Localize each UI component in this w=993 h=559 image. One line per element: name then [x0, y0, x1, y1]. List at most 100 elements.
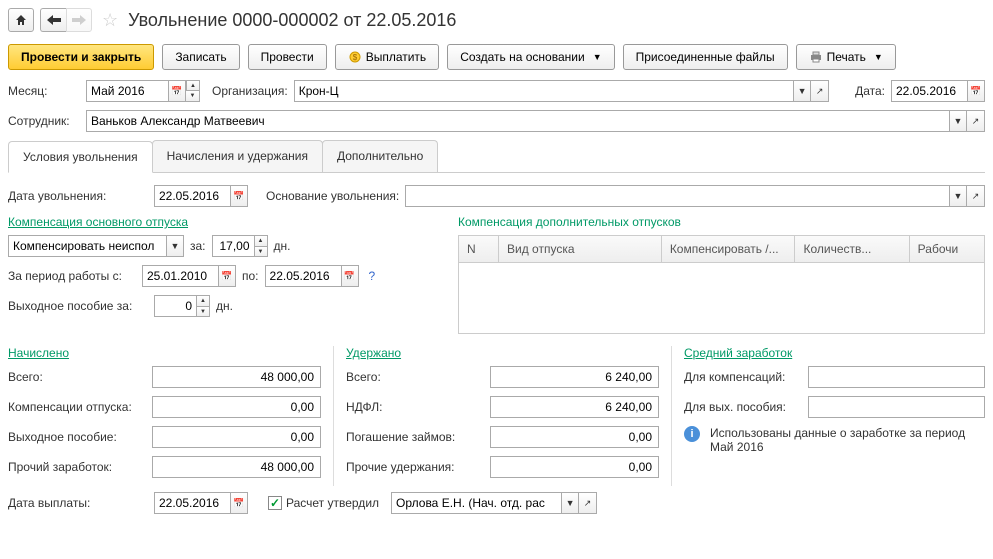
avg-info-text: Использованы данные о заработке за перио… [710, 426, 985, 454]
org-dropdown-icon[interactable]: ▼ [793, 80, 811, 102]
period-from-picker-icon[interactable]: 📅 [218, 265, 236, 287]
accrued-sev-value[interactable] [152, 426, 321, 448]
date-picker-icon[interactable]: 📅 [967, 80, 985, 102]
extra-vacation-table[interactable]: N Вид отпуска Компенсировать /... Количе… [458, 235, 985, 334]
severance-label: Выходное пособие за: [8, 299, 148, 313]
month-field[interactable]: 📅 ▲ ▼ [86, 80, 200, 102]
page-title: Увольнение 0000-000002 от 22.05.2016 [128, 10, 456, 31]
post-button[interactable]: Провести [248, 44, 327, 70]
month-picker-icon[interactable]: 📅 [168, 80, 186, 102]
avg-comp-label: Для компенсаций: [684, 370, 804, 384]
approver-open-icon[interactable]: ↗ [579, 492, 597, 514]
comp-days-field[interactable]: ▲▼ [212, 235, 268, 257]
withheld-ndfl-label: НДФЛ: [346, 400, 486, 414]
reason-open-icon[interactable]: ↗ [967, 185, 985, 207]
accrued-total-label: Всего: [8, 370, 148, 384]
favorite-star-icon[interactable]: ☆ [102, 10, 118, 31]
comp-extra-title: Компенсация дополнительных отпусков [458, 215, 985, 229]
paydate-field[interactable]: 📅 [154, 492, 248, 514]
dismissal-date-picker-icon[interactable]: 📅 [230, 185, 248, 207]
month-label: Месяц: [8, 84, 80, 98]
days-down[interactable]: ▼ [254, 246, 268, 257]
period-to-field[interactable]: 📅 [265, 265, 359, 287]
col-type: Вид отпуска [499, 236, 662, 262]
accrued-total-value[interactable] [152, 366, 321, 388]
withheld-title[interactable]: Удержано [346, 346, 659, 360]
month-up[interactable]: ▲ [186, 80, 200, 91]
accrued-title[interactable]: Начислено [8, 346, 321, 360]
po-label: по: [242, 269, 259, 283]
accrued-sev-label: Выходное пособие: [8, 430, 148, 444]
avg-title[interactable]: Средний заработок [684, 346, 985, 360]
col-qty: Количеств... [795, 236, 909, 262]
col-work: Рабочи [910, 236, 984, 262]
tab-conditions[interactable]: Условия увольнения [8, 141, 153, 173]
paydate-picker-icon[interactable]: 📅 [230, 492, 248, 514]
post-and-close-button[interactable]: Провести и закрыть [8, 44, 154, 70]
printer-icon [809, 50, 823, 64]
info-icon: i [684, 426, 700, 442]
sev-up[interactable]: ▲ [196, 295, 210, 306]
print-button[interactable]: Печать▼ [796, 44, 896, 70]
employee-dropdown-icon[interactable]: ▼ [949, 110, 967, 132]
withheld-total-label: Всего: [346, 370, 486, 384]
home-button[interactable] [8, 8, 34, 32]
za-label: за: [190, 239, 206, 253]
days-up[interactable]: ▲ [254, 235, 268, 246]
forward-button[interactable] [66, 8, 92, 32]
period-from-field[interactable]: 📅 [142, 265, 236, 287]
accrued-other-value[interactable] [152, 456, 321, 478]
comp-mode-dropdown-icon[interactable]: ▼ [166, 235, 184, 257]
employee-label: Сотрудник: [8, 114, 80, 128]
dn-label: дн. [274, 239, 291, 253]
withheld-total-value[interactable] [490, 366, 659, 388]
employee-open-icon[interactable]: ↗ [967, 110, 985, 132]
back-button[interactable] [40, 8, 66, 32]
avg-sev-value[interactable] [808, 396, 985, 418]
attached-files-button[interactable]: Присоединенные файлы [623, 44, 788, 70]
pay-button[interactable]: $ Выплатить [335, 44, 440, 70]
period-label: За период работы с: [8, 269, 136, 283]
dismissal-date-field[interactable]: 📅 [154, 185, 248, 207]
comp-mode-field[interactable]: ▼ [8, 235, 184, 257]
tab-accruals[interactable]: Начисления и удержания [152, 140, 323, 172]
money-icon: $ [348, 50, 362, 64]
sev-down[interactable]: ▼ [196, 306, 210, 317]
avg-sev-label: Для вых. пособия: [684, 400, 804, 414]
col-n: N [459, 236, 499, 262]
org-field[interactable]: ▼ ↗ [294, 80, 829, 102]
withheld-loan-value[interactable] [490, 426, 659, 448]
comp-main-title[interactable]: Компенсация основного отпуска [8, 215, 438, 229]
approver-dropdown-icon[interactable]: ▼ [561, 492, 579, 514]
approver-field[interactable]: ▼ ↗ [391, 492, 597, 514]
avg-comp-value[interactable] [808, 366, 985, 388]
paydate-label: Дата выплаты: [8, 496, 148, 510]
org-label: Организация: [212, 84, 288, 98]
withheld-ndfl-value[interactable] [490, 396, 659, 418]
month-down[interactable]: ▼ [186, 91, 200, 102]
svg-text:$: $ [352, 53, 357, 62]
withheld-loan-label: Погашение займов: [346, 430, 486, 444]
tab-additional[interactable]: Дополнительно [322, 140, 438, 172]
dismissal-reason-label: Основание увольнения: [266, 189, 399, 203]
employee-field[interactable]: ▼ ↗ [86, 110, 985, 132]
accrued-comp-label: Компенсации отпуска: [8, 400, 148, 414]
accrued-comp-value[interactable] [152, 396, 321, 418]
approved-label: Расчет утвердил [286, 496, 379, 510]
accrued-other-label: Прочий заработок: [8, 460, 148, 474]
withheld-other-value[interactable] [490, 456, 659, 478]
date-field[interactable]: 📅 [891, 80, 985, 102]
dismissal-date-label: Дата увольнения: [8, 189, 148, 203]
create-based-on-button[interactable]: Создать на основании▼ [447, 44, 614, 70]
org-open-icon[interactable]: ↗ [811, 80, 829, 102]
period-help-icon[interactable]: ? [369, 269, 376, 283]
col-comp: Компенсировать /... [662, 236, 796, 262]
period-to-picker-icon[interactable]: 📅 [341, 265, 359, 287]
save-button[interactable]: Записать [162, 44, 239, 70]
severance-days-field[interactable]: ▲▼ [154, 295, 210, 317]
reason-dropdown-icon[interactable]: ▼ [949, 185, 967, 207]
date-label: Дата: [855, 84, 885, 98]
withheld-other-label: Прочие удержания: [346, 460, 486, 474]
dismissal-reason-field[interactable]: ▼ ↗ [405, 185, 985, 207]
approved-checkbox[interactable]: ✓ [268, 496, 282, 510]
